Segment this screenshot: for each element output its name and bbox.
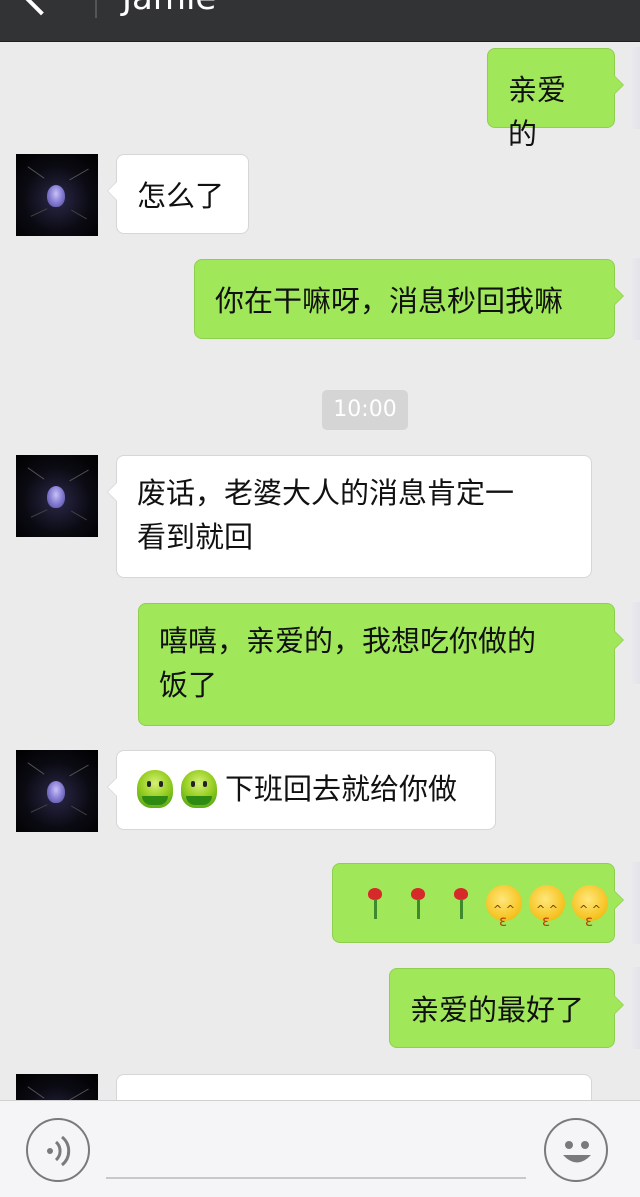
avatar[interactable] xyxy=(16,750,98,832)
chevron-left-icon[interactable] xyxy=(22,0,60,16)
message-bubble[interactable] xyxy=(332,863,624,943)
message-text-line: 嘻嘻，亲爱的，我想吃你做的 xyxy=(159,624,537,658)
flower-icon xyxy=(47,486,65,508)
voice-button[interactable] xyxy=(26,1118,90,1182)
avatar[interactable] xyxy=(632,47,640,129)
message-text: 亲爱的最好了 xyxy=(410,993,585,1027)
flower-icon xyxy=(47,185,65,207)
rose-icon xyxy=(357,885,393,921)
avatar[interactable] xyxy=(632,258,640,340)
avatar[interactable] xyxy=(16,154,98,236)
rose-icon xyxy=(400,885,436,921)
chat-screen: Jamie 亲爱的 怎么了 你在干嘛呀，消息秒回我嘛 xyxy=(0,0,640,1197)
rose-icon xyxy=(443,885,479,921)
timestamp-badge: 10:00 xyxy=(322,390,408,430)
input-bar xyxy=(0,1100,640,1197)
avatar[interactable] xyxy=(632,967,640,1049)
message-text: 下班回去就给你做 xyxy=(225,772,458,806)
message-text-line: 废话，老婆大人的消息肯定一 xyxy=(137,476,515,510)
chat-title: Jamie xyxy=(122,0,216,18)
message-bubble[interactable] xyxy=(116,1074,592,1100)
message-text-line: 看到就回 xyxy=(137,520,254,554)
kiss-face-icon xyxy=(572,885,608,943)
message-bubble[interactable]: 嘻嘻，亲爱的，我想吃你做的 饭了 xyxy=(138,603,624,726)
message-list[interactable]: 亲爱的 怎么了 你在干嘛呀，消息秒回我嘛 10:00 废话，老婆大人的消息肯定一… xyxy=(0,42,640,1100)
message-text: 亲爱的 xyxy=(508,73,567,151)
navigation-bar: Jamie xyxy=(0,0,640,42)
avatar[interactable] xyxy=(16,1074,98,1100)
emoji-button[interactable] xyxy=(544,1118,608,1182)
message-bubble[interactable]: 下班回去就给你做 xyxy=(107,750,496,830)
kiss-face-icon xyxy=(486,885,522,943)
kiss-face-icon xyxy=(529,885,565,943)
message-text: 你在干嘛呀，消息秒回我嘛 xyxy=(215,284,564,318)
message-text: 怎么了 xyxy=(137,179,225,213)
message-bubble[interactable]: 亲爱的最好了 xyxy=(389,968,624,1048)
avatar[interactable] xyxy=(16,455,98,537)
nav-divider xyxy=(95,0,97,18)
avatar[interactable] xyxy=(632,602,640,684)
message-bubble[interactable]: 废话，老婆大人的消息肯定一 看到就回 xyxy=(107,455,592,578)
message-bubble[interactable]: 亲爱的 xyxy=(487,48,624,151)
avatar[interactable] xyxy=(632,862,640,944)
flower-icon xyxy=(47,781,65,803)
emoji-icon xyxy=(563,1141,591,1163)
message-text-line: 饭了 xyxy=(159,668,218,702)
message-input[interactable] xyxy=(106,1123,526,1179)
green-face-icon xyxy=(181,770,217,808)
voice-icon xyxy=(47,1135,71,1167)
message-bubble[interactable]: 怎么了 xyxy=(107,154,249,234)
message-bubble[interactable]: 你在干嘛呀，消息秒回我嘛 xyxy=(194,259,624,339)
green-face-icon xyxy=(137,770,173,808)
